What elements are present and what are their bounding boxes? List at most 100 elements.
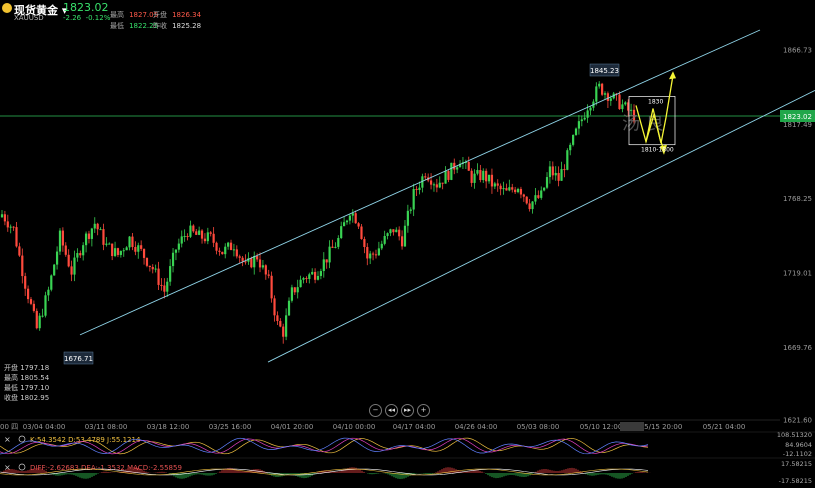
candle-body (354, 213, 357, 224)
candle-body (192, 225, 195, 232)
candle-body (67, 254, 70, 267)
x-tick-label: 03/04 04:00 (23, 423, 66, 431)
candle-body (342, 222, 346, 227)
scroll-left-button[interactable]: ◂◂ (385, 404, 398, 417)
settings-icon (18, 463, 26, 471)
candle-body (189, 225, 192, 237)
candle-body (270, 275, 273, 299)
candle-body (531, 201, 534, 210)
candle-body (473, 173, 476, 183)
candle-body (276, 315, 279, 322)
candle-body (154, 268, 157, 270)
candle-body (528, 203, 531, 210)
candle-body (122, 250, 125, 252)
gold-icon (2, 3, 12, 13)
candle-body (119, 250, 122, 255)
low-label: 最低 (110, 22, 124, 30)
candle-body (371, 253, 375, 255)
y-tick-label: 1768.25 (783, 195, 812, 203)
candle-body (621, 104, 624, 110)
y-tick-label: 1719.01 (783, 269, 812, 277)
ohlc-close: 收盘 1802.95 (4, 394, 50, 402)
kdj-axis-label: 84.9604 (785, 441, 812, 449)
candle-body (380, 243, 383, 249)
candle-body (137, 245, 140, 252)
candle-body (18, 246, 21, 256)
candle-body (572, 134, 575, 145)
ohlc-high: 最高 1805.54 (4, 374, 50, 382)
kdj-axis-label: 108.51320 (777, 431, 812, 439)
candle-body (41, 315, 44, 317)
candle-body (212, 233, 215, 243)
scroll-right-button[interactable]: ▸▸ (401, 404, 414, 417)
candle-body (3, 214, 6, 222)
candle-body (557, 172, 560, 181)
candle-body (328, 246, 331, 263)
candle-body (264, 265, 267, 275)
candle-body (53, 264, 56, 276)
candle-body (598, 83, 601, 87)
candle-body (47, 289, 50, 296)
candle-body (505, 188, 508, 191)
ohlc-open: 开盘 1797.18 (4, 364, 50, 372)
x-tick-label: 04/17 04:00 (393, 423, 436, 431)
candle-body (258, 259, 262, 268)
candle-body (444, 171, 447, 184)
candle-body (279, 321, 282, 327)
candle-body (163, 285, 166, 292)
x-tick-label: 00 四 (0, 423, 18, 431)
candle-body (334, 246, 337, 248)
target-up-label: 1830 (648, 98, 663, 105)
candle-body (38, 315, 41, 329)
low-stat: 最低 1822.25 (110, 13, 158, 32)
candle-body (224, 246, 227, 255)
x-tick-label: 04/01 20:00 (271, 423, 314, 431)
macd-values: DIFF:-2.62683 DEA:-1.3532 MACD:-2.55859 (30, 464, 182, 472)
candle-body (534, 195, 537, 202)
candle-body (299, 279, 302, 288)
current-price-tag-label: 1823.02 (783, 113, 812, 121)
candle-body (108, 243, 111, 245)
candle-body (366, 247, 369, 259)
candle-body (32, 303, 35, 311)
candle-body (215, 242, 218, 251)
candle-body (424, 176, 427, 178)
candle-body (435, 184, 438, 188)
candle-body (580, 119, 583, 122)
candle-body (540, 190, 543, 198)
candle-body (322, 259, 325, 272)
candle-body (180, 236, 183, 244)
candle-body (305, 278, 308, 280)
candle-body (487, 174, 491, 182)
kdj-values: K:54.3542 D:53.4789 J:55.1214 (30, 436, 141, 444)
candle-body (206, 232, 209, 242)
prev-close-label: 昨收 (153, 22, 167, 30)
candle-body (357, 223, 360, 227)
last-price: 1823.02 (63, 1, 109, 14)
candle-body (569, 144, 572, 151)
y-tick-label: 1669.76 (783, 344, 812, 352)
candle-body (15, 227, 18, 247)
candle-body (548, 166, 552, 178)
zoom-in-button[interactable]: + (417, 404, 430, 417)
candle-body (128, 236, 131, 248)
candle-body (386, 233, 389, 236)
candle-body (400, 236, 404, 247)
candle-body (238, 256, 241, 258)
zoom-out-button[interactable]: − (369, 404, 382, 417)
candle-body (148, 265, 151, 267)
candle-body (409, 209, 412, 211)
candle-body (624, 102, 627, 105)
candle-body (24, 276, 27, 289)
candle-body (287, 300, 291, 316)
candle-body (490, 174, 494, 187)
candle-body (209, 232, 212, 234)
candle-body (348, 215, 351, 221)
candle-body (174, 249, 178, 253)
arrow-up-icon (669, 71, 676, 80)
candle-body (26, 288, 30, 300)
candle-body (586, 110, 589, 118)
prev-close-stat: 昨收 1825.28 (153, 13, 201, 32)
x-tick-label: 05/15 20:00 (640, 423, 683, 431)
x-tick-label: 05/21 04:00 (703, 423, 746, 431)
